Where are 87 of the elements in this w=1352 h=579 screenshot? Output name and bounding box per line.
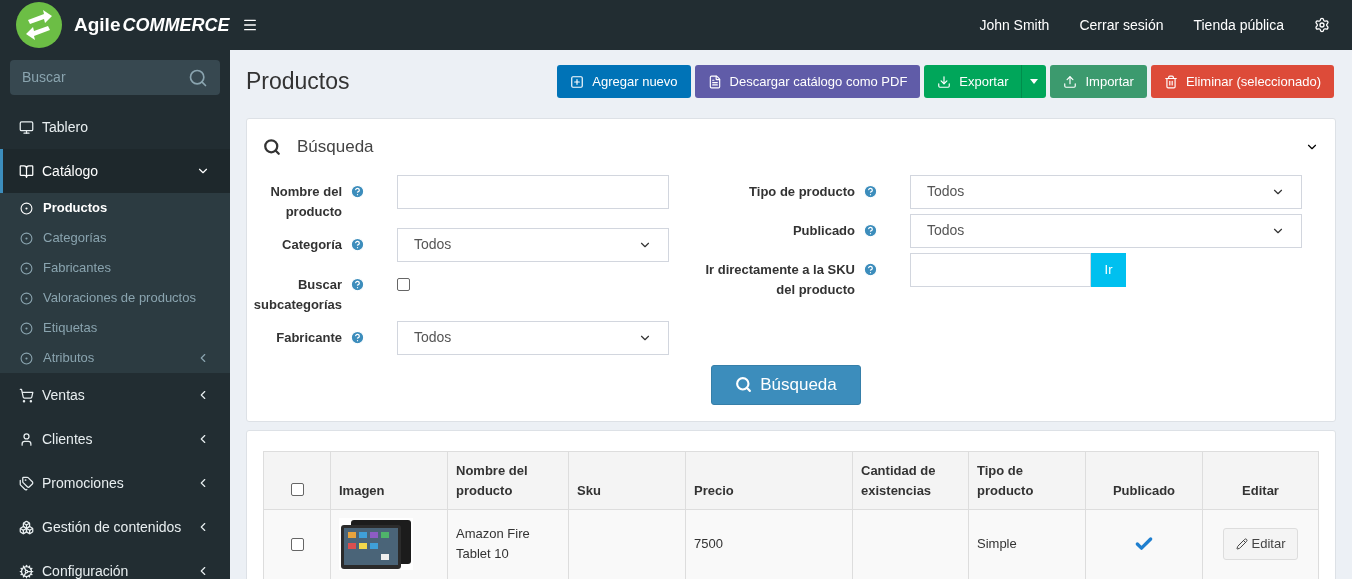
column-header: Tipo de producto bbox=[977, 462, 1034, 498]
circle-icon bbox=[20, 261, 33, 275]
field-label: Ir directamente a la SKU del producto bbox=[704, 260, 855, 299]
topbar-link[interactable]: Tienda pública bbox=[1193, 14, 1284, 36]
action-button[interactable]: Eliminar (seleccionado) bbox=[1150, 65, 1334, 98]
search-field[interactable]: Buscar bbox=[10, 60, 220, 95]
circle-icon bbox=[20, 201, 33, 215]
circle-icon bbox=[20, 291, 33, 305]
circle-icon bbox=[20, 321, 33, 335]
brand-name: Agile bbox=[74, 12, 121, 37]
sidebar-item[interactable]: Configuración bbox=[0, 549, 230, 579]
column-header: Publicado bbox=[1112, 482, 1176, 498]
circle-icon bbox=[20, 231, 33, 245]
column-header: Editar bbox=[1242, 482, 1279, 498]
submenu-item[interactable]: Fabricantes bbox=[0, 253, 230, 283]
topbar-link[interactable]: Cerrar sesión bbox=[1079, 14, 1164, 36]
field-label: Tipo de producto bbox=[749, 182, 855, 201]
product-name: Amazon Fire Tablet 10 bbox=[456, 526, 530, 561]
menu-button[interactable] bbox=[242, 17, 258, 33]
gears-icon bbox=[19, 563, 34, 579]
select-field[interactable]: Todos bbox=[397, 320, 669, 355]
logo-icon bbox=[16, 2, 62, 48]
download-icon bbox=[937, 74, 952, 89]
price-text: 7500 bbox=[694, 536, 723, 552]
help-icon[interactable] bbox=[863, 261, 878, 277]
help-icon[interactable] bbox=[350, 236, 365, 252]
pencil-icon bbox=[1235, 538, 1248, 550]
select-field[interactable]: Todos bbox=[910, 174, 1302, 209]
search-icon bbox=[263, 137, 281, 156]
submenu-item[interactable]: Atributos bbox=[0, 343, 230, 373]
column-header: Cantidad de existencias bbox=[861, 462, 936, 498]
help-icon[interactable] bbox=[863, 183, 878, 199]
field-label: Fabricante bbox=[276, 328, 342, 347]
select-all-checkbox[interactable] bbox=[290, 482, 304, 496]
action-button[interactable]: Agregar nuevo bbox=[557, 65, 691, 98]
search-button[interactable]: Búsqueda bbox=[711, 364, 861, 405]
search-icon bbox=[735, 376, 753, 393]
submenu-item[interactable]: Productos bbox=[0, 193, 230, 223]
column-header: Imagen bbox=[339, 482, 385, 498]
trash-icon bbox=[1163, 74, 1178, 89]
product-type: Simple bbox=[977, 536, 1017, 552]
field-label: Categoría bbox=[282, 235, 342, 254]
column-header: Sku bbox=[577, 482, 601, 498]
help-icon[interactable] bbox=[350, 276, 365, 292]
help-icon[interactable] bbox=[350, 183, 365, 199]
help-icon[interactable] bbox=[863, 222, 878, 238]
submenu-item[interactable]: Valoraciones de productos bbox=[0, 283, 230, 313]
checkbox[interactable] bbox=[397, 277, 410, 291]
select-field[interactable]: Todos bbox=[910, 213, 1302, 248]
sku-field[interactable] bbox=[910, 252, 1091, 287]
submenu-item[interactable]: Categorías bbox=[0, 223, 230, 253]
select-field[interactable]: Todos bbox=[397, 227, 669, 262]
sidebar-item[interactable]: Catálogo bbox=[0, 149, 230, 193]
text-field[interactable] bbox=[397, 174, 669, 209]
book-icon bbox=[19, 163, 34, 179]
circle-icon bbox=[20, 351, 33, 365]
submenu-item[interactable]: Etiquetas bbox=[0, 313, 230, 343]
upload-icon bbox=[1063, 74, 1078, 89]
sidebar-item[interactable]: Ventas bbox=[0, 373, 230, 417]
action-button[interactable]: Descargar catálogo como PDF bbox=[694, 65, 921, 98]
brand-suffix: COMMERCE bbox=[122, 13, 230, 37]
panel-title: Búsqueda bbox=[297, 135, 374, 158]
page-title: Productos bbox=[246, 67, 350, 96]
caret-icon bbox=[1030, 79, 1039, 84]
sidebar-item[interactable]: Promociones bbox=[0, 461, 230, 505]
column-header: Nombre del producto bbox=[456, 462, 528, 498]
topbar-link[interactable]: John Smith bbox=[979, 14, 1050, 36]
plus-icon bbox=[570, 74, 585, 89]
search-icon[interactable] bbox=[188, 67, 208, 88]
edit-button[interactable]: Editar bbox=[1222, 528, 1299, 560]
settings-icon[interactable] bbox=[1314, 17, 1330, 33]
sidebar-item[interactable]: Clientes bbox=[0, 417, 230, 461]
tags-icon bbox=[19, 475, 34, 491]
dropdown-toggle[interactable] bbox=[1021, 65, 1047, 98]
row-checkbox[interactable] bbox=[290, 537, 304, 551]
field-label: Buscar subcategorías bbox=[252, 275, 342, 314]
sidebar-item[interactable]: Tablero bbox=[0, 105, 230, 149]
sidebar-item[interactable]: Gestión de contenidos bbox=[0, 505, 230, 549]
document-icon bbox=[707, 74, 722, 89]
user-icon bbox=[19, 431, 34, 447]
help-icon[interactable] bbox=[350, 329, 365, 345]
field-label: Publicado bbox=[792, 221, 855, 240]
cart-icon bbox=[19, 387, 34, 403]
field-label: Nombre del producto bbox=[269, 182, 342, 221]
column-header: Precio bbox=[694, 482, 734, 498]
cubes-icon bbox=[19, 519, 34, 535]
monitor-icon bbox=[19, 119, 34, 135]
